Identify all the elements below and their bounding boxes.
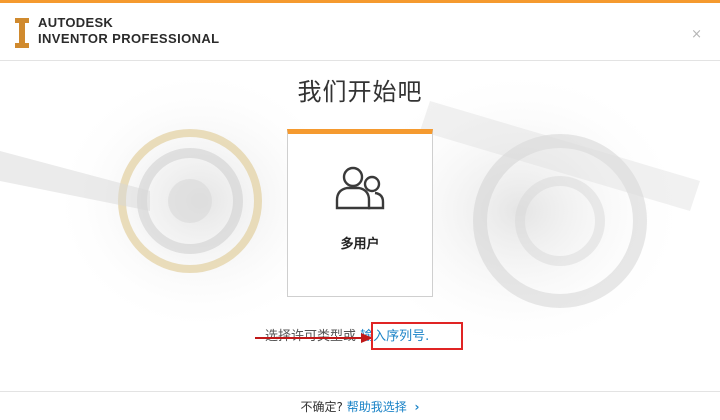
enter-serial-link[interactable]: 输入序列号.: [360, 329, 429, 344]
brand-line-2: INVENTOR PROFESSIONAL: [38, 31, 220, 46]
footer: 不确定? 帮助我选择 ›: [0, 391, 720, 420]
footer-row: 不确定? 帮助我选择 ›: [0, 398, 720, 415]
users-icon: [335, 166, 385, 210]
chevron-right-icon[interactable]: ›: [415, 400, 420, 414]
multi-user-card[interactable]: 多用户: [287, 129, 433, 297]
help-me-choose-link[interactable]: 帮助我选择: [347, 400, 407, 414]
license-prompt-text: 选择许可类型或: [265, 329, 357, 344]
card-label: 多用户: [340, 237, 380, 252]
footer-question: 不确定?: [300, 400, 343, 414]
app-header: AUTODESK INVENTOR PROFESSIONAL ×: [0, 3, 720, 61]
license-prompt-row: 选择许可类型或 输入序列号.: [265, 325, 429, 344]
close-icon[interactable]: ×: [691, 27, 702, 42]
brand-name: AUTODESK INVENTOR PROFESSIONAL: [38, 15, 220, 47]
brand-line-1: AUTODESK: [38, 15, 114, 30]
page-title: 我们开始吧: [297, 78, 423, 106]
inventor-logo-icon: [15, 18, 29, 48]
